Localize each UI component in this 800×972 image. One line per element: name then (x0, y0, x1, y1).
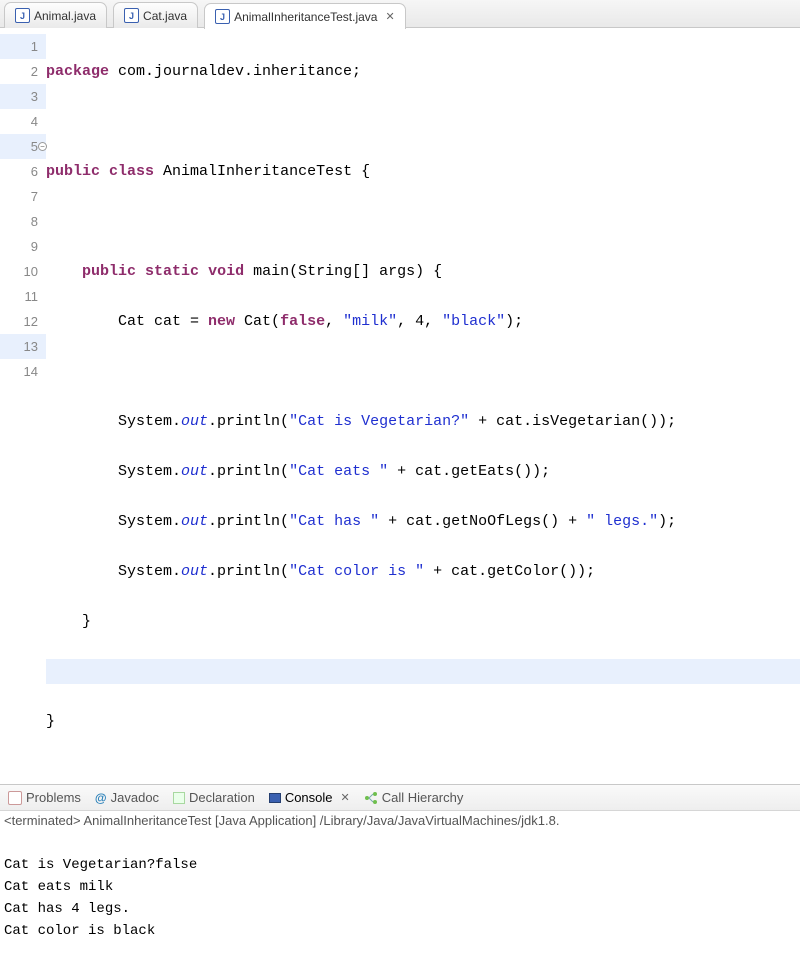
line-number: 10 (0, 259, 46, 284)
line-number: 4 (0, 109, 46, 134)
line-number: 14 (0, 359, 46, 384)
line-number: 5− (0, 134, 46, 159)
close-icon[interactable]: ✕ (385, 10, 394, 23)
console-meta: <terminated> AnimalInheritanceTest [Java… (0, 811, 800, 830)
tab-label: Cat.java (143, 9, 187, 23)
tab-label: Console (285, 790, 333, 805)
tab-console[interactable]: Console ✕ (269, 790, 350, 805)
line-number: 7 (0, 184, 46, 209)
close-icon[interactable]: ✕ (341, 791, 350, 804)
line-number: 1 (0, 34, 46, 59)
java-file-icon: J (15, 8, 30, 23)
line-number: 12 (0, 309, 46, 334)
java-file-icon: J (215, 9, 230, 24)
tab-call-hierarchy[interactable]: Call Hierarchy (364, 790, 464, 805)
tab-label: Animal.java (34, 9, 96, 23)
line-number: 9 (0, 234, 46, 259)
bottom-panel: Problems @ Javadoc Declaration Console ✕… (0, 784, 800, 972)
editor-tab-bar: J Animal.java J Cat.java J AnimalInherit… (0, 0, 800, 28)
tab-problems[interactable]: Problems (8, 790, 81, 805)
tab-animal-java[interactable]: J Animal.java (4, 2, 107, 28)
code-editor[interactable]: 1 2 3 4 5− 6 7 8 9 10 11 12 13 14 packag… (0, 28, 800, 784)
code-content[interactable]: package com.journaldev.inheritance; publ… (46, 28, 800, 784)
tab-label: Javadoc (111, 790, 159, 805)
java-file-icon: J (124, 8, 139, 23)
declaration-icon (173, 792, 185, 804)
tab-label: AnimalInheritanceTest.java (234, 10, 377, 24)
console-icon (269, 793, 281, 803)
line-number-gutter: 1 2 3 4 5− 6 7 8 9 10 11 12 13 14 (0, 28, 46, 784)
line-number: 11 (0, 284, 46, 309)
javadoc-icon: @ (95, 791, 107, 805)
tab-declaration[interactable]: Declaration (173, 790, 255, 805)
line-number: 2 (0, 59, 46, 84)
tab-animalinheritancetest-java[interactable]: J AnimalInheritanceTest.java ✕ (204, 3, 406, 29)
line-number: 13 (0, 334, 46, 359)
problems-icon (8, 791, 22, 805)
line-number: 6 (0, 159, 46, 184)
fold-icon[interactable]: − (38, 142, 47, 151)
tab-javadoc[interactable]: @ Javadoc (95, 790, 159, 805)
bottom-tab-bar: Problems @ Javadoc Declaration Console ✕… (0, 785, 800, 811)
tab-label: Declaration (189, 790, 255, 805)
call-hierarchy-icon (364, 791, 378, 805)
console-output[interactable]: Cat is Vegetarian?false Cat eats milk Ca… (0, 830, 800, 972)
line-number: 3 (0, 84, 46, 109)
tab-label: Call Hierarchy (382, 790, 464, 805)
tab-cat-java[interactable]: J Cat.java (113, 2, 198, 28)
tab-label: Problems (26, 790, 81, 805)
line-number: 8 (0, 209, 46, 234)
